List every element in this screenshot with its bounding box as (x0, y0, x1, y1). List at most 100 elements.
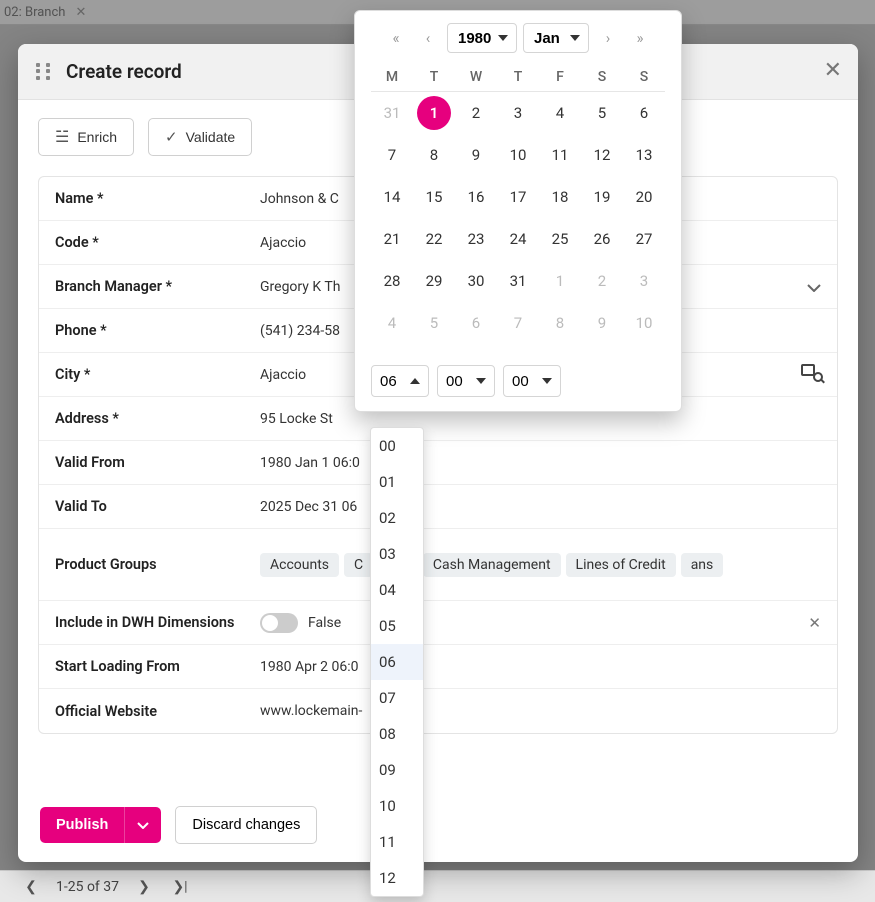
calendar-day[interactable]: 10 (497, 134, 539, 176)
calendar-day[interactable]: 1 (539, 260, 581, 302)
hour-option[interactable]: 06 (371, 644, 423, 680)
hour-option[interactable]: 10 (371, 788, 423, 824)
drag-handle-icon[interactable] (36, 63, 54, 81)
calendar-day[interactable]: 19 (581, 176, 623, 218)
calendar-day[interactable]: 14 (371, 176, 413, 218)
close-icon[interactable]: ✕ (824, 58, 842, 83)
month-select[interactable]: JanFebMarAprMayJunJulAugSepOctNovDec (523, 23, 589, 53)
calendar-day[interactable]: 6 (623, 92, 665, 134)
prev-year-icon[interactable]: « (383, 29, 409, 47)
calendar-day[interactable]: 7 (371, 134, 413, 176)
calendar-day[interactable]: 23 (455, 218, 497, 260)
calendar-day[interactable]: 21 (371, 218, 413, 260)
calendar-day[interactable]: 16 (455, 176, 497, 218)
calendar-day[interactable]: 22 (413, 218, 455, 260)
product-group-tag[interactable]: C (344, 553, 373, 577)
hour-option[interactable]: 01 (371, 464, 423, 500)
calendar-day[interactable]: 29 (413, 260, 455, 302)
calendar-day[interactable]: 3 (497, 92, 539, 134)
hour-option[interactable]: 00 (371, 428, 423, 464)
field-start-loading[interactable]: Start Loading From 1980 Apr 2 06:0 (39, 645, 837, 689)
calendar-day[interactable]: 25 (539, 218, 581, 260)
field-valid-from[interactable]: Valid From 1980 Jan 1 06:0 (39, 441, 837, 485)
calendar-day[interactable]: 8 (413, 134, 455, 176)
calendar-day[interactable]: 9 (455, 134, 497, 176)
product-group-tag[interactable]: Cash Management (423, 553, 561, 577)
calendar-day[interactable]: 20 (623, 176, 665, 218)
calendar-day[interactable]: 31 (371, 92, 413, 134)
calendar-day[interactable]: 12 (581, 134, 623, 176)
check-icon (165, 128, 178, 146)
calendar-day[interactable]: 15 (413, 176, 455, 218)
calendar-day[interactable]: 30 (455, 260, 497, 302)
product-group-tag[interactable]: ans (681, 553, 724, 577)
prev-month-icon[interactable]: ‹ (415, 29, 441, 47)
calendar-day[interactable]: 6 (455, 302, 497, 344)
next-year-icon[interactable]: » (627, 29, 653, 47)
second-select[interactable]: 00 (503, 365, 561, 397)
calendar-day[interactable]: 26 (581, 218, 623, 260)
calendar-day[interactable]: 4 (371, 302, 413, 344)
hour-option[interactable]: 09 (371, 752, 423, 788)
calendar-day[interactable]: 24 (497, 218, 539, 260)
calendar-day[interactable]: 13 (623, 134, 665, 176)
calendar-header: « ‹ 19781979198019811982 JanFebMarAprMay… (355, 11, 681, 63)
calendar-day[interactable]: 2 (581, 260, 623, 302)
field-dwh[interactable]: Include in DWH Dimensions False (39, 601, 837, 645)
year-select[interactable]: 19781979198019811982 (447, 23, 517, 53)
minute-select[interactable]: 00 (437, 365, 495, 397)
hour-option[interactable]: 07 (371, 680, 423, 716)
hour-option[interactable]: 08 (371, 716, 423, 752)
publish-dropdown-button[interactable] (124, 807, 161, 843)
calendar-day[interactable]: 7 (497, 302, 539, 344)
field-valid-to[interactable]: Valid To 2025 Dec 31 06 (39, 485, 837, 529)
hour-option[interactable]: 05 (371, 608, 423, 644)
hour-option[interactable]: 02 (371, 500, 423, 536)
calendar-day[interactable]: 9 (581, 302, 623, 344)
calendar-day[interactable]: 31 (497, 260, 539, 302)
product-group-tag[interactable]: Accounts (260, 553, 339, 577)
calendar-day[interactable]: 27 (623, 218, 665, 260)
enrich-icon (55, 127, 69, 147)
label: City * (55, 366, 260, 383)
page-prev-icon[interactable]: ❮ (20, 879, 42, 895)
calendar-day[interactable]: 10 (623, 302, 665, 344)
lookup-icon[interactable] (801, 364, 821, 385)
chevron-down-icon[interactable] (807, 276, 821, 297)
hour-option[interactable]: 11 (371, 824, 423, 860)
calendar-day[interactable]: 5 (581, 92, 623, 134)
label: Product Groups (55, 556, 260, 573)
field-product-groups[interactable]: Product Groups AccountsCrdsCash Manageme… (39, 529, 837, 601)
calendar-day[interactable]: 3 (623, 260, 665, 302)
hour-dropdown-list[interactable]: 00010203040506070809101112 (370, 427, 424, 897)
calendar-day[interactable]: 18 (539, 176, 581, 218)
hour-option[interactable]: 12 (371, 860, 423, 896)
product-group-tag[interactable]: Lines of Credit (566, 553, 676, 577)
hour-select[interactable]: 06 (371, 365, 429, 397)
publish-button[interactable]: Publish (40, 807, 124, 843)
field-website[interactable]: Official Website www.lockemain- e.ca (39, 689, 837, 733)
calendar-dow: F (539, 63, 581, 92)
calendar-day[interactable]: 11 (539, 134, 581, 176)
validate-button[interactable]: Validate (148, 118, 252, 156)
page-next-icon[interactable]: ❯ (133, 879, 155, 895)
toggle-dwh[interactable] (260, 613, 298, 633)
calendar-day[interactable]: 28 (371, 260, 413, 302)
calendar-day[interactable]: 1 (413, 92, 455, 134)
calendar-day[interactable]: 2 (455, 92, 497, 134)
calendar-day[interactable]: 4 (539, 92, 581, 134)
discard-button[interactable]: Discard changes (175, 806, 317, 844)
calendar-day[interactable]: 8 (539, 302, 581, 344)
next-month-icon[interactable]: › (595, 29, 621, 47)
value: www.lockemain- e.ca (260, 703, 821, 719)
modal-footer: Publish Discard changes (18, 788, 858, 862)
calendar-day[interactable]: 17 (497, 176, 539, 218)
enrich-button[interactable]: Enrich (38, 118, 134, 156)
calendar-day[interactable]: 5 (413, 302, 455, 344)
page-last-icon[interactable]: ❯| (169, 879, 191, 895)
modal-title: Create record (66, 60, 182, 83)
hour-option[interactable]: 03 (371, 536, 423, 572)
hour-option[interactable]: 04 (371, 572, 423, 608)
clear-icon[interactable] (808, 614, 821, 632)
value: 95 Locke St (260, 411, 821, 427)
